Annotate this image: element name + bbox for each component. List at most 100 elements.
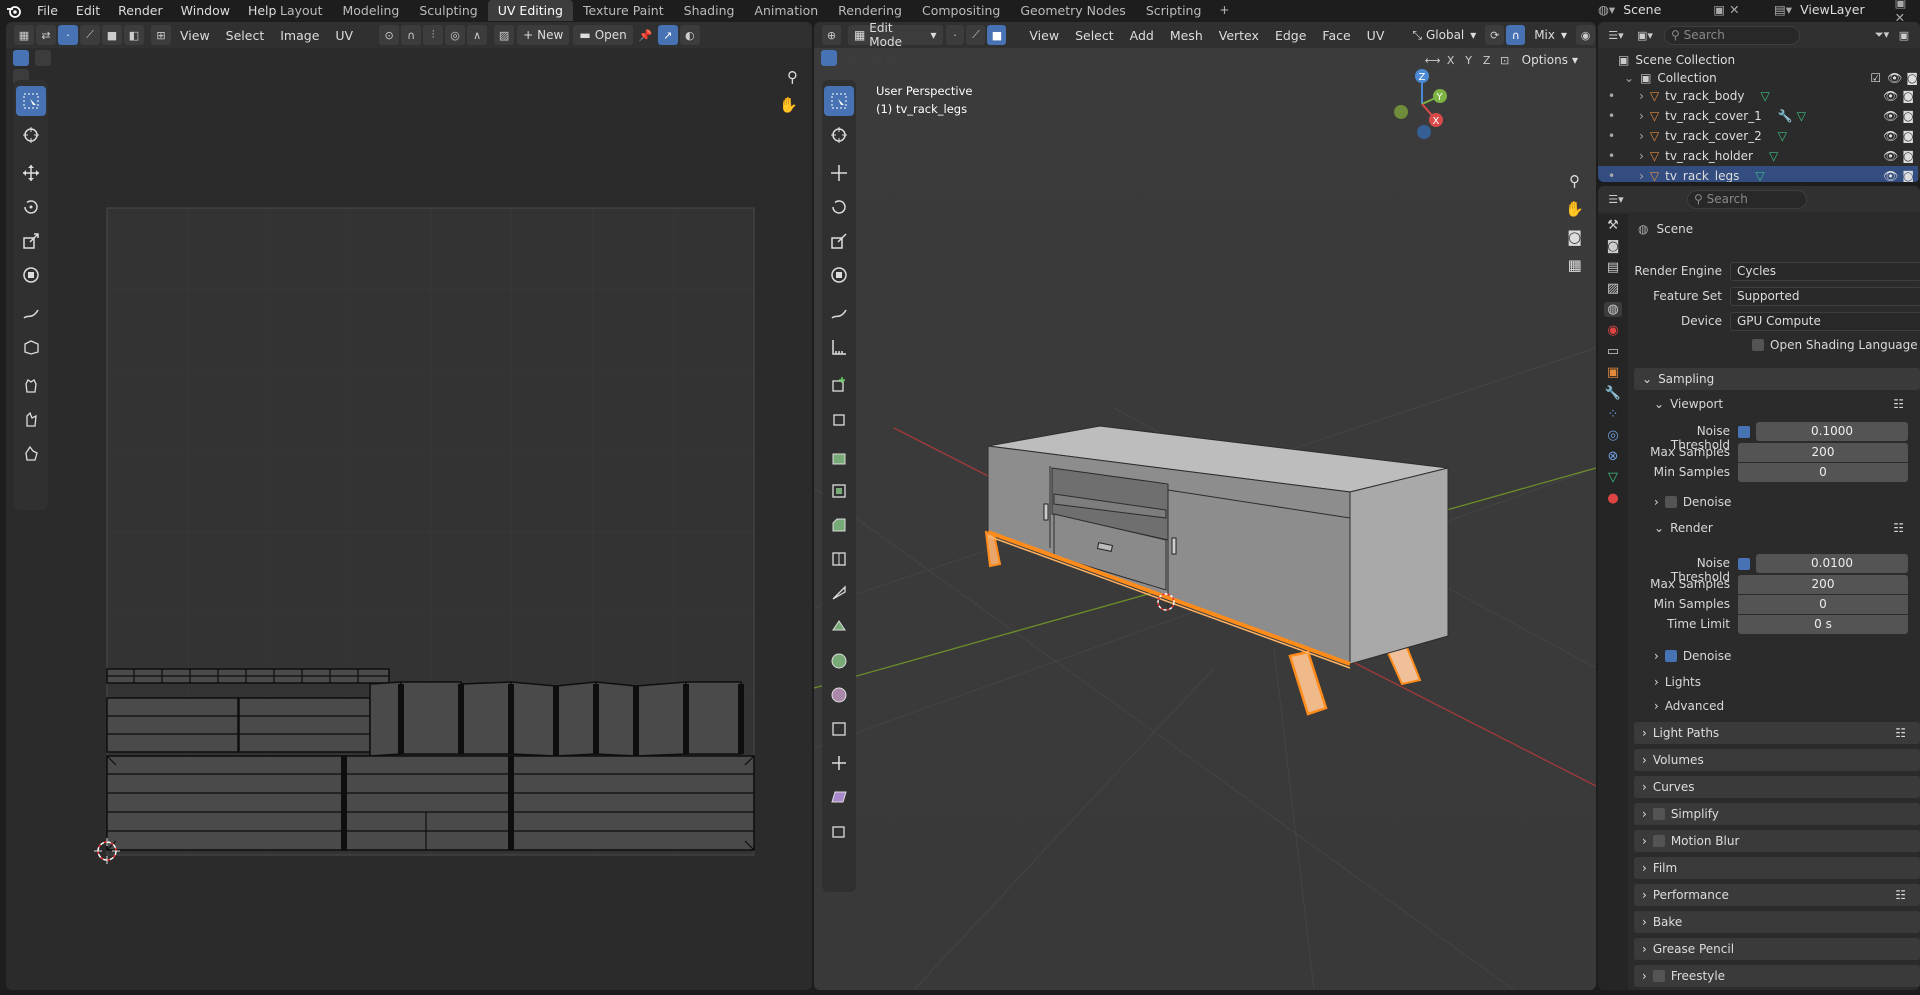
camera-icon[interactable]: ◙ — [1902, 129, 1914, 143]
camera-icon[interactable]: ◙ — [1902, 169, 1914, 182]
vp-menu-edge[interactable]: Edge — [1267, 28, 1314, 43]
checkbox-icon[interactable] — [1752, 339, 1764, 351]
edge-mode-icon[interactable]: ⟋ — [966, 25, 986, 45]
camera-icon[interactable]: ◙ — [1906, 71, 1918, 85]
vp-denoise-subpanel[interactable]: › Denoise — [1654, 492, 1731, 512]
face-mode-icon[interactable]: ■ — [987, 25, 1007, 45]
add-workspace-icon[interactable]: + — [1211, 0, 1237, 21]
outliner-object-row[interactable]: • › ▽ tv_rack_holder ▽ 👁 ◙ — [1598, 146, 1918, 166]
tab-layout[interactable]: Layout — [270, 0, 333, 21]
pivot-point-icon[interactable]: ⟳ — [1485, 25, 1505, 45]
inset-icon[interactable] — [824, 476, 854, 506]
auto-merge-icon[interactable]: ⊡ — [1496, 52, 1513, 68]
osl-checkbox[interactable]: Open Shading Language — [1752, 335, 1918, 355]
volumes-panel[interactable]: › Volumes — [1634, 749, 1920, 771]
viewport-subpanel[interactable]: ⌄ Viewport ☷ — [1654, 394, 1904, 414]
r-max-samples-field[interactable]: 200 — [1738, 575, 1908, 594]
vp-menu-select[interactable]: Select — [1067, 28, 1122, 43]
snap-toggle-icon[interactable]: ∩ — [1506, 25, 1526, 45]
constraints-tab-icon[interactable]: ⊗ — [1608, 449, 1619, 464]
collection-tab-icon[interactable]: ▭ — [1607, 344, 1619, 359]
simplify-panel[interactable]: › Simplify — [1634, 803, 1920, 825]
shear-icon[interactable] — [824, 782, 854, 812]
view-layer-buttons-icon[interactable]: ▣ ✕ — [1895, 0, 1920, 25]
checkbox-icon[interactable]: ☑ — [1870, 71, 1881, 85]
vp-pan-hand-icon[interactable]: ✋ — [1565, 200, 1584, 218]
blender-logo-icon[interactable] — [0, 0, 28, 21]
performance-panel[interactable]: › Performance ☷ — [1634, 884, 1920, 906]
vp-zoom-icon[interactable]: ⚲ — [1565, 172, 1584, 190]
vp-noise-checkbox[interactable] — [1738, 426, 1750, 438]
outliner-object-row[interactable]: • › ▽ tv_rack_cover_2 ▽ 👁 ◙ — [1598, 126, 1918, 146]
modifier-tab-icon[interactable]: 🔧 — [1605, 386, 1621, 401]
vertex-mode-icon[interactable]: · — [945, 25, 965, 45]
eye-icon[interactable]: 👁 — [1883, 169, 1898, 182]
uv-canvas[interactable] — [6, 22, 812, 990]
measure-icon[interactable] — [824, 332, 854, 362]
tab-animation[interactable]: Animation — [744, 0, 828, 21]
shrink-fatten-icon[interactable] — [824, 748, 854, 778]
add-cylinder-icon[interactable] — [824, 404, 854, 434]
vp-select-subtract-icon[interactable] — [864, 50, 881, 66]
mode-selector[interactable]: ▦ Edit Mode ▾ — [847, 22, 943, 49]
proportional-icon[interactable]: ◉ — [1576, 25, 1595, 45]
vp-menu-uv[interactable]: UV — [1359, 28, 1393, 43]
scene-buttons-icon[interactable]: ▣ ✕ — [1713, 2, 1739, 17]
checkbox-icon[interactable] — [1664, 496, 1677, 508]
vp-rotate-icon[interactable] — [824, 192, 854, 222]
eye-icon[interactable]: 👁 — [1883, 149, 1898, 163]
tool-tab-icon[interactable]: ⚒ — [1607, 218, 1619, 233]
vp-cursor-icon[interactable] — [824, 120, 854, 150]
collection-row[interactable]: ⌄ ▣ Collection ☑ 👁 ◙ — [1624, 68, 1918, 87]
vp-select-box-icon[interactable] — [824, 86, 854, 116]
device-dropdown[interactable]: GPU Compute — [1730, 312, 1920, 331]
tab-texture-paint[interactable]: Texture Paint — [573, 0, 674, 21]
viewport-scene[interactable] — [814, 48, 1596, 990]
vp-min-samples-field[interactable]: 0 — [1738, 463, 1908, 482]
eye-icon[interactable]: 👁 — [1883, 109, 1898, 123]
camera-view-icon[interactable]: ◙ — [1565, 228, 1584, 246]
freestyle-panel[interactable]: › Freestyle — [1634, 965, 1920, 987]
list-icon[interactable]: ☷ — [1893, 397, 1904, 411]
add-cube-icon[interactable] — [824, 370, 854, 400]
eye-icon[interactable]: 👁 — [1883, 89, 1898, 103]
tab-rendering[interactable]: Rendering — [828, 0, 912, 21]
display-mode-icon[interactable]: ▣▾ — [1635, 25, 1655, 45]
checkbox-icon[interactable] — [1664, 650, 1677, 662]
outliner-type-icon[interactable]: ☰▾ — [1606, 25, 1626, 45]
vp-select-mode-buttons[interactable] — [820, 50, 910, 68]
particles-tab-icon[interactable]: ⁘ — [1608, 407, 1619, 422]
data-tab-icon[interactable]: ▽ — [1608, 470, 1618, 485]
axis-z[interactable]: Z — [1478, 52, 1495, 68]
object-tab-icon[interactable]: ▣ — [1607, 365, 1619, 380]
render-engine-dropdown[interactable]: Cycles — [1730, 262, 1920, 281]
checkbox-icon[interactable] — [1652, 835, 1665, 847]
motion-blur-panel[interactable]: › Motion Blur — [1634, 830, 1920, 852]
light-paths-panel[interactable]: › Light Paths ☷ — [1634, 722, 1920, 744]
checkbox-icon[interactable] — [1652, 808, 1665, 820]
properties-search-input[interactable]: ⚲ Search — [1687, 189, 1807, 209]
knife-icon[interactable] — [824, 578, 854, 608]
vp-noise-threshold-field[interactable]: 0.1000 — [1756, 422, 1908, 441]
vp-menu-mesh[interactable]: Mesh — [1162, 28, 1211, 43]
outliner-object-row[interactable]: • › ▽ tv_rack_cover_1 🔧 ▽ 👁 ◙ — [1598, 106, 1918, 126]
ortho-grid-icon[interactable]: ▦ — [1565, 256, 1584, 274]
film-panel[interactable]: › Film — [1634, 857, 1920, 879]
scene-selector[interactable]: ◍▾ Scene ▣ ✕ — [1598, 0, 1740, 19]
camera-icon[interactable]: ◙ — [1902, 89, 1914, 103]
render-tab-icon[interactable]: ◙ — [1607, 239, 1620, 254]
advanced-subpanel[interactable]: › Advanced — [1654, 696, 1724, 716]
spin-icon[interactable] — [824, 646, 854, 676]
tab-sculpting[interactable]: Sculpting — [409, 0, 487, 21]
vp-max-samples-field[interactable]: 200 — [1738, 443, 1908, 462]
axis-y[interactable]: Y — [1460, 52, 1477, 68]
poly-build-icon[interactable] — [824, 612, 854, 642]
material-tab-icon[interactable]: ● — [1607, 491, 1618, 506]
feature-set-dropdown[interactable]: Supported — [1730, 287, 1920, 306]
rip-region-icon[interactable] — [824, 816, 854, 846]
camera-icon[interactable]: ◙ — [1902, 109, 1914, 123]
physics-tab-icon[interactable]: ◎ — [1607, 428, 1618, 443]
vp-transform-icon[interactable] — [824, 260, 854, 290]
outliner-object-row[interactable]: • › ▽ tv_rack_body ▽ 👁 ◙ — [1598, 86, 1918, 106]
vp-menu-face[interactable]: Face — [1314, 28, 1358, 43]
